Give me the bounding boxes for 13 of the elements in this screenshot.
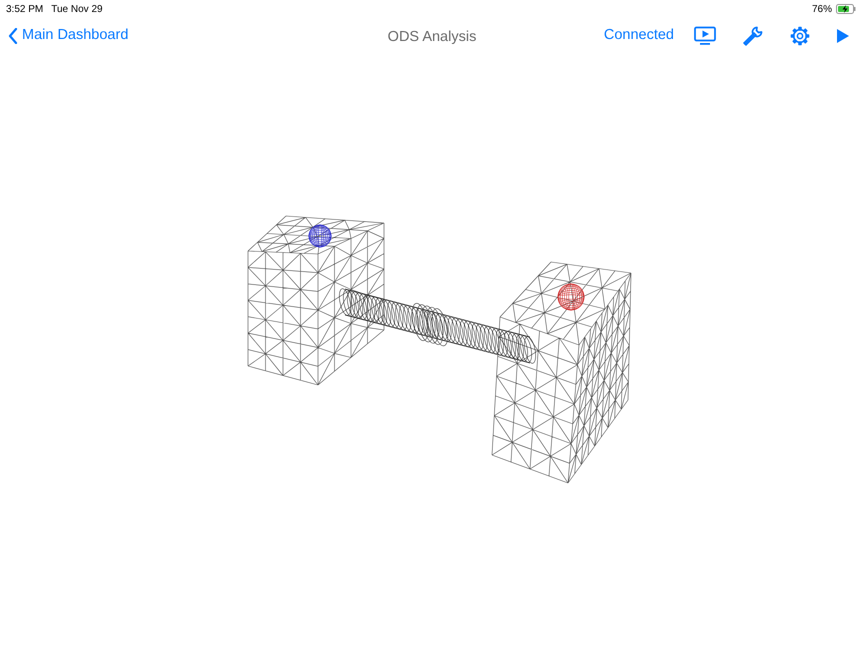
mesh-model-drawing[interactable] (248, 216, 632, 484)
battery-icon (836, 4, 856, 14)
connection-button[interactable]: Connected (604, 25, 674, 47)
screen-title: ODS Analysis (388, 29, 476, 45)
play-icon[interactable] (836, 28, 850, 44)
back-chevron-icon[interactable] (8, 28, 18, 44)
back-button[interactable]: Main Dashboard (8, 25, 128, 47)
settings-icon[interactable] (790, 26, 810, 46)
status-date: Tue Nov 29 (51, 2, 103, 16)
wrench-icon[interactable] (742, 25, 764, 47)
screen-play-icon[interactable] (694, 26, 716, 46)
battery-percent: 76% (812, 2, 832, 16)
status-time: 3:52 PM (6, 2, 44, 16)
